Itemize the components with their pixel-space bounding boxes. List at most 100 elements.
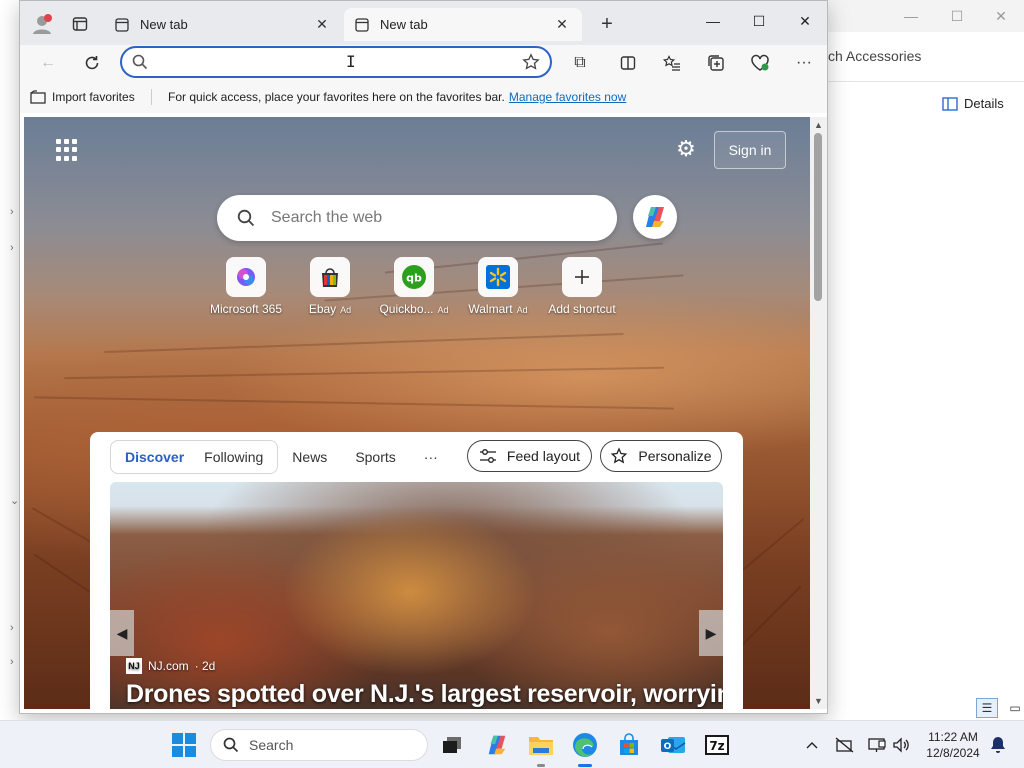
svg-text:O: O <box>664 742 672 752</box>
collections-button[interactable] <box>700 47 732 79</box>
page-scrollbar[interactable]: ▲ ▼ <box>810 117 827 709</box>
new-tab-button[interactable]: + <box>592 9 622 39</box>
more-tabs-icon[interactable]: ··· <box>410 449 452 465</box>
7zip-taskbar-button[interactable]: 7z <box>701 729 733 761</box>
edge-taskbar-button[interactable] <box>569 729 601 767</box>
scroll-up-icon[interactable]: ▲ <box>814 120 823 130</box>
web-search-input[interactable] <box>271 209 597 227</box>
app-launcher-icon[interactable] <box>56 139 78 161</box>
split-screen-button[interactable] <box>612 47 644 79</box>
maximize-button[interactable]: ☐ <box>736 1 782 41</box>
carousel-next-icon[interactable]: ▶ <box>699 610 723 656</box>
sign-in-button[interactable]: Sign in <box>714 131 786 169</box>
address-bar[interactable]: I <box>120 46 552 78</box>
article-headline[interactable]: Drones spotted over N.J.'s largest reser… <box>126 680 723 709</box>
tab-following[interactable]: Following <box>194 440 273 474</box>
copilot-taskbar-button[interactable] <box>481 729 513 761</box>
outlook-icon: O <box>661 737 686 753</box>
refresh-icon <box>85 56 99 70</box>
chevron-right-icon[interactable]: › <box>10 656 14 668</box>
address-input[interactable] <box>156 54 522 70</box>
copilot-button[interactable] <box>633 195 677 239</box>
file-explorer-button[interactable] <box>525 729 557 767</box>
close-tab-icon[interactable]: ✕ <box>552 16 572 33</box>
chevron-right-icon[interactable]: › <box>10 206 14 218</box>
shortcut-add[interactable]: Add shortcut <box>540 257 624 316</box>
gear-icon[interactable]: ⚙ <box>674 136 698 161</box>
tab-new-tab-1[interactable]: New tab ✕ <box>104 8 342 41</box>
new-tab-favicon <box>114 17 130 33</box>
copilot-icon <box>646 207 664 227</box>
details-view-icon[interactable]: ☰ <box>976 698 998 718</box>
tab-actions-icon <box>72 17 88 31</box>
back-button[interactable]: ← <box>32 47 64 79</box>
profile-button[interactable] <box>26 9 58 39</box>
volume-icon[interactable] <box>890 733 914 757</box>
news-feed: Discover Following News Sports ··· Feed … <box>90 432 743 709</box>
network-disconnected-icon[interactable] <box>833 733 857 757</box>
heart-pulse-icon <box>751 54 769 71</box>
chevron-down-icon[interactable]: ⌄ <box>10 494 19 507</box>
background-left-strip: › › ⌄ › › <box>0 0 20 720</box>
settings-more-button[interactable]: ··· <box>788 47 820 79</box>
manage-favorites-link[interactable]: Manage favorites now <box>509 90 626 104</box>
shortcut-label: Quickbo... Ad <box>379 302 449 316</box>
store-taskbar-button[interactable] <box>613 729 645 761</box>
quick-links: Microsoft 365 Ebay Ad qb Quickbo... Ad Wal… <box>204 257 624 321</box>
hero-news-card[interactable]: ◀ ▶ NJ NJ.com · 2d Drones spotted over N… <box>110 482 723 709</box>
personalize-button[interactable]: Personalize <box>600 440 722 472</box>
shortcut-quickbooks[interactable]: qb Quickbo... Ad <box>372 257 456 316</box>
notification-bell-icon[interactable] <box>986 733 1010 757</box>
favorites-button[interactable] <box>656 47 688 79</box>
refresh-button[interactable] <box>76 47 108 79</box>
task-view-button[interactable] <box>436 729 468 761</box>
windows-start-icon[interactable] <box>172 733 196 757</box>
scroll-down-icon[interactable]: ▼ <box>814 696 823 706</box>
shortcut-walmart[interactable]: Walmart Ad <box>456 257 540 316</box>
active-indicator <box>578 764 592 767</box>
background-breadcrumb[interactable]: ch Accessories <box>828 48 921 64</box>
edge-browser-window: New tab ✕ New tab ✕ + — ☐ ✕ ← I ⧉ ··· Im… <box>19 0 828 714</box>
web-search-box[interactable] <box>217 195 617 241</box>
ad-badge: Ad <box>437 305 449 315</box>
taskbar-search-input[interactable] <box>249 737 399 753</box>
display-icon[interactable] <box>865 733 889 757</box>
tab-sports[interactable]: Sports <box>341 449 409 465</box>
chevron-right-icon[interactable]: › <box>10 242 14 254</box>
tab-title: New tab <box>380 17 428 32</box>
import-favorites-button[interactable]: Import favorites <box>30 90 135 104</box>
extensions-button[interactable]: ⧉ <box>564 47 596 79</box>
favorites-message-text: For quick access, place your favorites h… <box>168 90 505 104</box>
shortcut-ebay[interactable]: Ebay Ad <box>288 257 372 316</box>
sparkle-star-icon <box>611 447 628 464</box>
tiles-view-icon[interactable]: ▭ <box>1004 698 1024 718</box>
outlook-taskbar-button[interactable]: O <box>657 729 689 761</box>
copilot-icon <box>488 735 506 755</box>
carousel-prev-icon[interactable]: ◀ <box>110 610 134 656</box>
scroll-thumb[interactable] <box>814 133 822 301</box>
source-logo: NJ <box>126 658 142 674</box>
maximize-icon[interactable]: ☐ <box>934 0 980 32</box>
chevron-up-icon[interactable] <box>800 733 824 757</box>
taskbar-search-box[interactable] <box>210 729 428 761</box>
quickbooks-icon: qb <box>394 257 434 297</box>
text-cursor-icon: I <box>346 52 356 71</box>
minimize-icon[interactable]: — <box>888 0 934 32</box>
tab-discover[interactable]: Discover <box>115 440 194 474</box>
tab-new-tab-2[interactable]: New tab ✕ <box>344 8 582 41</box>
tab-news[interactable]: News <box>278 449 341 465</box>
close-icon[interactable]: ✕ <box>978 0 1024 32</box>
tab-actions-button[interactable] <box>64 9 96 39</box>
clock[interactable]: 11:22 AM 12/8/2024 <box>920 729 986 761</box>
favorite-star-icon[interactable] <box>522 53 540 71</box>
split-screen-icon <box>620 56 636 70</box>
feed-layout-button[interactable]: Feed layout <box>467 440 592 472</box>
chevron-right-icon[interactable]: › <box>10 622 14 634</box>
minimize-button[interactable]: — <box>690 1 736 41</box>
shortcut-microsoft-365[interactable]: Microsoft 365 <box>204 257 288 316</box>
browser-essentials-button[interactable] <box>744 47 776 79</box>
minimize-icon: — <box>706 13 720 29</box>
close-window-button[interactable]: ✕ <box>782 1 828 41</box>
close-tab-icon[interactable]: ✕ <box>312 16 332 33</box>
details-button[interactable]: Details <box>942 96 1004 111</box>
